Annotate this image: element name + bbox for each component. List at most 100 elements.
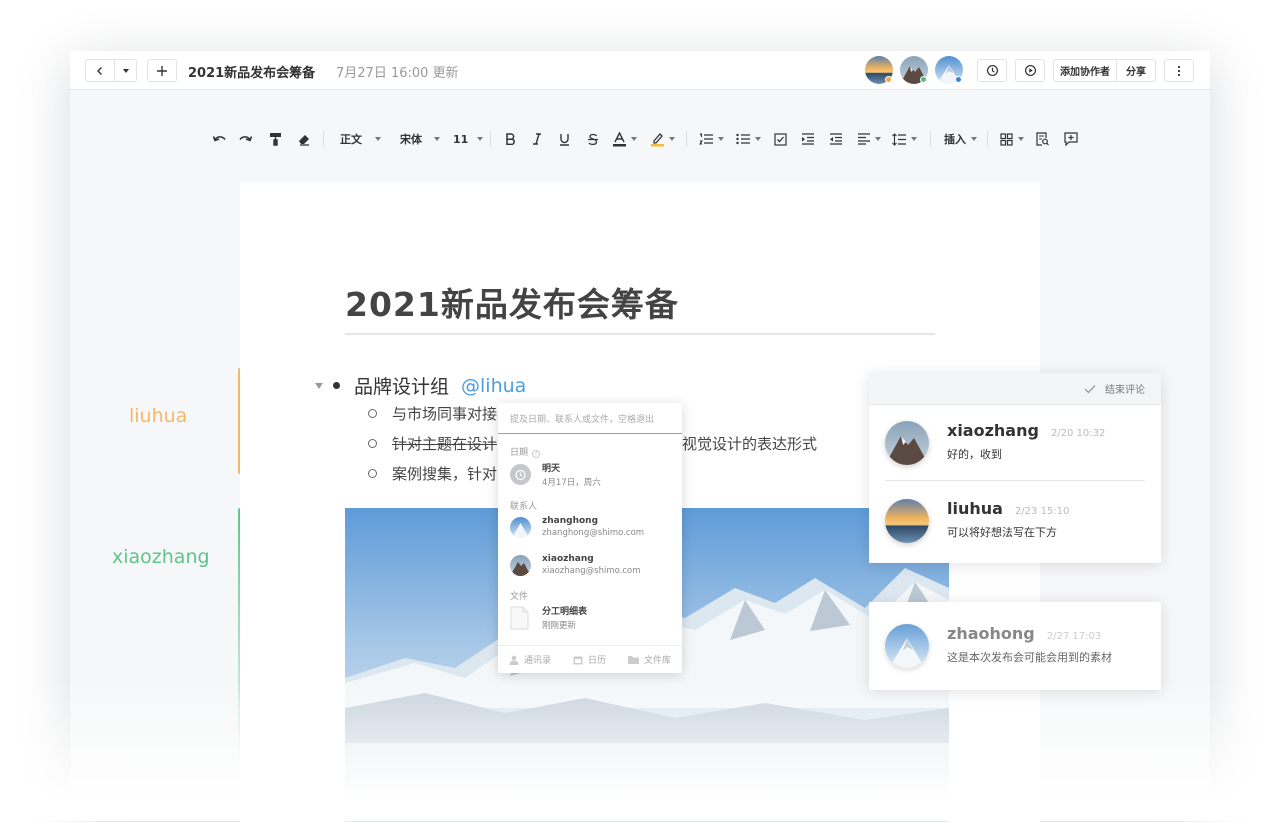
align-button[interactable] — [857, 131, 881, 147]
footer-files-label: 文件库 — [643, 656, 671, 666]
more-vertical-icon — [1177, 65, 1181, 76]
contact-name: zhanghong — [542, 516, 599, 526]
history-button[interactable] — [977, 59, 1007, 82]
comment-text: 好的，收到 — [947, 448, 1002, 461]
outdent-button[interactable] — [829, 131, 842, 147]
caret-down-icon — [631, 137, 637, 141]
doc-title[interactable]: 2021新品发布会筹备 — [188, 62, 315, 81]
indent-button[interactable] — [801, 131, 814, 147]
file-name: 分工明细表 — [542, 607, 588, 617]
footer-files-tab[interactable]: 文件库 — [627, 653, 671, 666]
footer-contacts-tab[interactable]: 通讯录 — [509, 653, 551, 666]
indent-icon — [802, 133, 814, 145]
underline-button[interactable] — [559, 131, 570, 147]
history-dropdown-button[interactable] — [114, 60, 136, 81]
font-color-button[interactable] — [613, 131, 637, 147]
comment-avatar — [885, 499, 929, 543]
back-button[interactable] — [86, 60, 114, 81]
calendar-icon — [573, 656, 583, 664]
comment-thread-header: 结束评论 — [869, 373, 1161, 405]
footer-calendar-tab[interactable]: 日历 — [573, 653, 606, 666]
font-size-select[interactable]: 11 — [453, 131, 484, 147]
collab-share-group: 添加协作者 分享 — [1053, 59, 1156, 82]
format-toolbar: 正文 宋体 11 插入 — [70, 125, 1210, 153]
collaborator-avatar-2[interactable] — [900, 56, 928, 84]
caret-down-icon — [1018, 137, 1024, 141]
contact-name: xiaozhang — [542, 554, 594, 564]
format-painter-button[interactable] — [269, 131, 282, 147]
update-time: 7月27日 16:00 更新 — [336, 66, 459, 81]
mention-search-input[interactable]: 提及日期、联系人或文件，空格退出 — [498, 403, 682, 434]
font-family-value: 宋体 — [400, 133, 422, 146]
line-height-button[interactable] — [892, 131, 917, 147]
comment-avatar — [885, 421, 929, 465]
help-icon[interactable]: ? — [532, 450, 541, 458]
comment-item[interactable]: liuhua 2/23 15:10 可以将好想法写在下方 — [885, 499, 1069, 543]
mention-contact-item[interactable]: zhanghong zhanghong@shimo.com — [510, 516, 644, 538]
clear-format-button[interactable] — [297, 131, 311, 147]
comment-time: 2/23 15:10 — [1014, 506, 1070, 517]
comment-text: 可以将好想法写在下方 — [947, 526, 1057, 539]
list-item[interactable]: 与市场同事对接 — [368, 403, 497, 424]
checklist-button[interactable] — [774, 131, 787, 147]
paragraph-style-select[interactable]: 正文 — [340, 131, 381, 147]
collaborator-avatar-1[interactable] — [865, 56, 893, 84]
redo-button[interactable] — [237, 131, 253, 147]
mention-date-item[interactable]: 明天 4月17日，周六 — [510, 461, 601, 488]
document-heading[interactable]: 2021新品发布会筹备 — [345, 278, 679, 326]
comment-time: 2/20 10:32 — [1050, 428, 1106, 439]
strikethrough-button[interactable] — [587, 131, 599, 147]
ordered-list-button[interactable] — [699, 131, 724, 147]
margin-user-liuhua: liuhua — [129, 405, 188, 427]
contact-avatar — [510, 554, 531, 576]
present-button[interactable] — [1015, 59, 1045, 82]
contact-email: zhanghong@shimo.com — [542, 528, 645, 538]
italic-icon — [533, 133, 541, 145]
collapse-caret-icon[interactable] — [315, 382, 323, 389]
eraser-icon — [299, 135, 309, 146]
resolve-comment-button[interactable]: 结束评论 — [1084, 381, 1145, 396]
italic-button[interactable] — [532, 131, 542, 147]
list-item[interactable]: 品牌设计组 @lihua — [315, 372, 526, 399]
find-button[interactable] — [1036, 131, 1049, 147]
list-item[interactable]: 案例搜集，针对 — [368, 463, 497, 484]
more-button[interactable] — [1164, 59, 1194, 82]
bold-icon — [506, 133, 515, 145]
align-left-icon — [858, 133, 870, 145]
list-item-text: 针对主题在设计 — [392, 435, 498, 453]
collaborator-avatar-3[interactable] — [935, 56, 963, 84]
resolve-comment-label: 结束评论 — [1105, 385, 1145, 396]
mention-contact-item[interactable]: xiaozhang xiaozhang@shimo.com — [510, 554, 641, 576]
file-section-label: 文件 — [510, 592, 529, 602]
share-button[interactable]: 分享 — [1116, 60, 1155, 81]
add-collaborator-button[interactable]: 添加协作者 — [1054, 60, 1116, 81]
margin-user-xiaozhang: xiaozhang — [112, 546, 210, 568]
play-icon — [1024, 64, 1036, 77]
format-painter-icon — [270, 133, 281, 146]
table-button[interactable] — [1000, 131, 1024, 147]
caret-down-icon — [971, 137, 977, 141]
bold-button[interactable] — [505, 131, 516, 147]
comment-text: 这是本次发布会可能会用到的素材 — [947, 651, 1112, 664]
checklist-icon — [774, 132, 787, 146]
date-section-label: 日期? — [510, 445, 541, 458]
circle-bullet-icon — [368, 409, 377, 418]
highlight-button[interactable] — [651, 131, 675, 147]
file-icon — [510, 606, 529, 630]
undo-button[interactable] — [212, 131, 228, 147]
footer-calendar-label: 日历 — [587, 656, 606, 666]
new-doc-button[interactable] — [147, 59, 177, 82]
folder-icon — [627, 656, 639, 664]
list-item[interactable]: 针对主题在设计 视觉设计的表达形式 — [368, 433, 817, 454]
comment-item[interactable]: xiaozhang 2/20 10:32 好的，收到 — [885, 421, 1105, 465]
add-comment-button[interactable] — [1064, 131, 1078, 147]
font-family-select[interactable]: 宋体 — [400, 131, 440, 147]
comment-divider — [885, 480, 1145, 481]
insert-menu[interactable]: 插入 — [944, 131, 977, 147]
font-color-icon — [613, 131, 626, 146]
comment-time: 2/27 17:03 — [1046, 631, 1102, 642]
mention-link[interactable]: @lihua — [461, 375, 526, 397]
comment-item[interactable]: zhaohong 2/27 17:03 这是本次发布会可能会用到的素材 — [885, 624, 1112, 668]
mention-file-item[interactable]: 分工明细表 刚刚更新 — [510, 604, 587, 631]
bullet-list-button[interactable] — [736, 131, 761, 147]
